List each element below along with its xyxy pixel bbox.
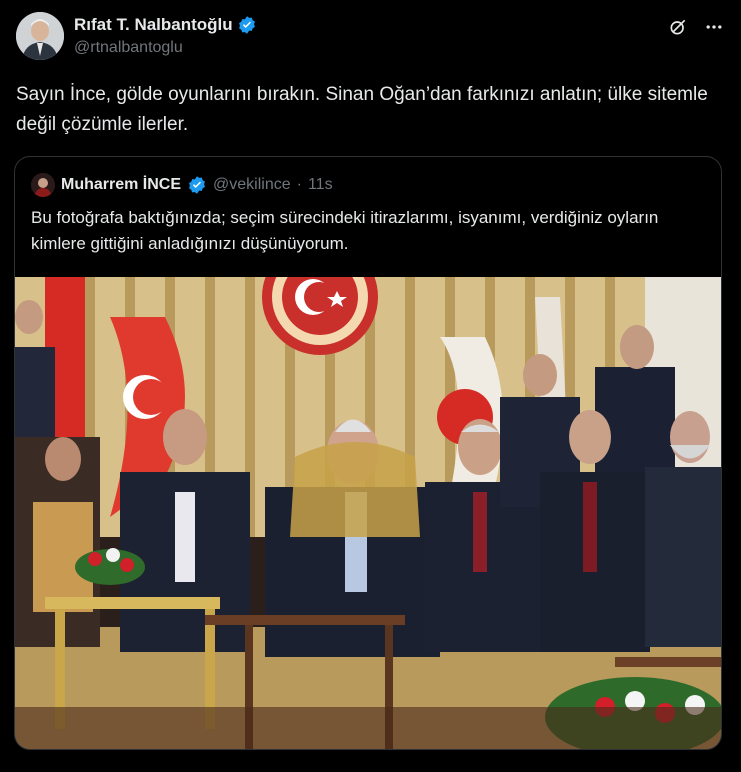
tweet-header: Rıfat T. Nalbantoğlu @rtnalbantoglu: [16, 10, 725, 66]
quoted-display-name[interactable]: Muharrem İNCE: [61, 176, 181, 194]
more-icon[interactable]: [703, 16, 725, 38]
tweet-text: Sayın İnce, gölde oyunlarını bırakın. Si…: [16, 84, 708, 135]
author-display-name[interactable]: Rıfat T. Nalbantoğlu: [74, 15, 233, 35]
quoted-separator: ·: [296, 176, 302, 193]
author-avatar[interactable]: [16, 12, 64, 60]
author-name-row[interactable]: Rıfat T. Nalbantoğlu: [74, 15, 257, 35]
quoted-media-photo[interactable]: [15, 277, 721, 749]
quoted-tweet-text: Bu fotoğrafa baktığınızda; seçim sürecin…: [31, 208, 659, 253]
quoted-timestamp[interactable]: 11s: [308, 176, 333, 194]
verified-badge-icon: [237, 15, 257, 35]
quoted-verified-badge-icon: [187, 175, 207, 195]
grok-icon[interactable]: [667, 16, 689, 38]
quoted-tweet-card[interactable]: Muharrem İNCE @vekilince · 11s Bu fotoğr…: [14, 156, 722, 750]
quoted-handle[interactable]: @vekilince: [213, 176, 291, 194]
quoted-author-avatar[interactable]: [31, 173, 55, 197]
author-handle[interactable]: @rtnalbantoglu: [74, 39, 257, 57]
